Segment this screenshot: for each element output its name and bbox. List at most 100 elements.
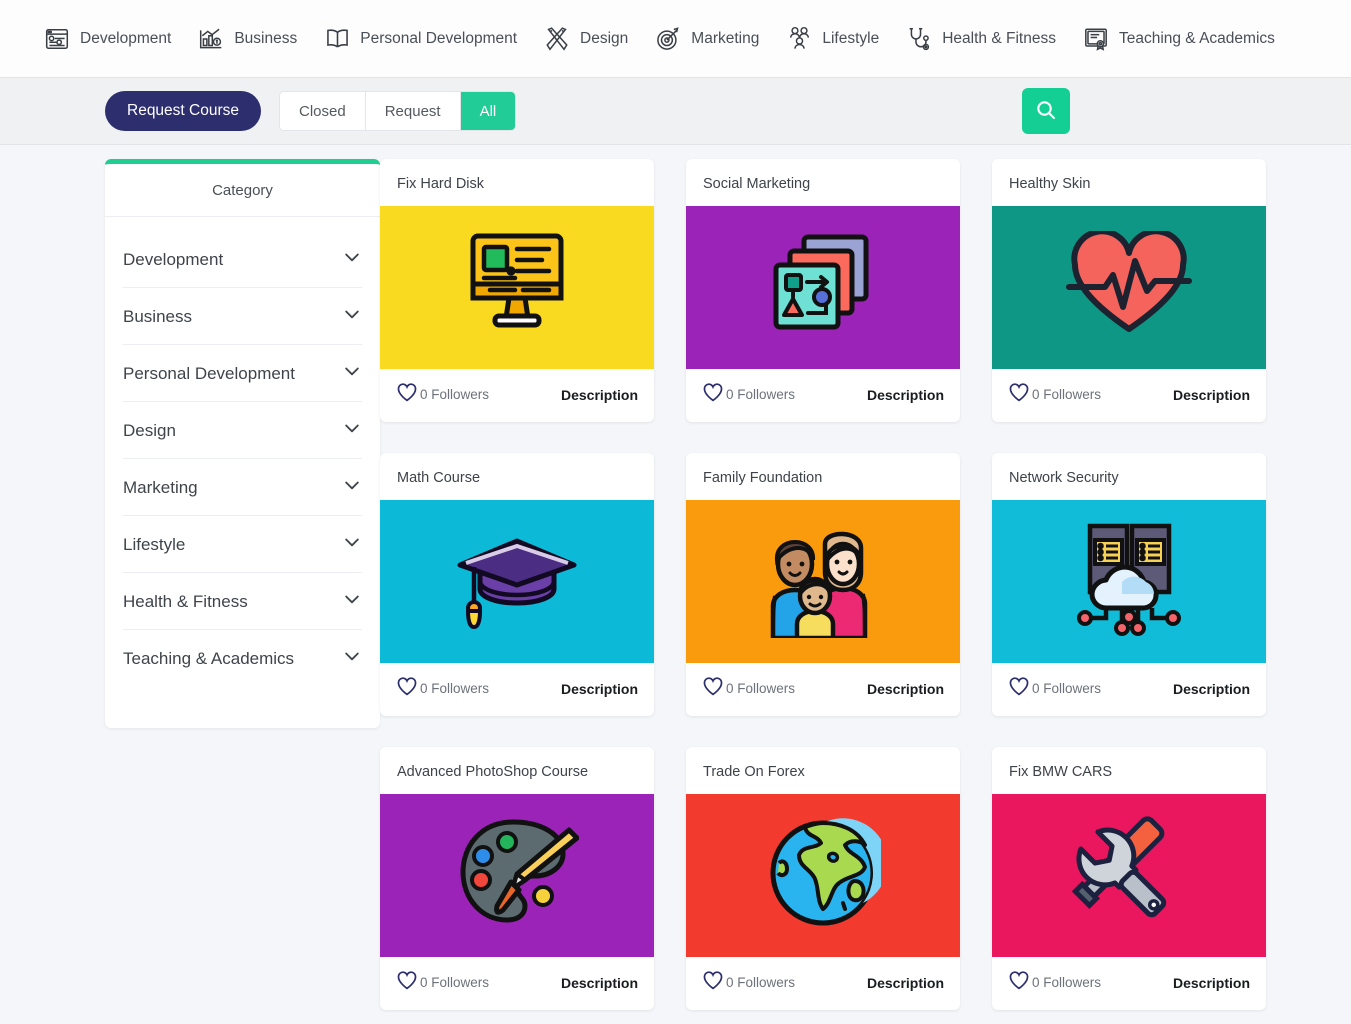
description-link[interactable]: Description (867, 681, 944, 697)
search-button[interactable] (1022, 88, 1070, 134)
course-card-media (686, 206, 960, 369)
nav-item-business[interactable]: Business (184, 0, 310, 77)
course-card-footer: 0 Followers Description (686, 369, 960, 422)
followers-group[interactable]: 0 Followers (396, 970, 489, 995)
heart-icon (702, 970, 724, 995)
filter-all-button[interactable]: All (460, 92, 516, 130)
followers-group[interactable]: 0 Followers (396, 676, 489, 701)
search-icon (1034, 98, 1058, 125)
chevron-down-icon (342, 418, 362, 443)
globe-icon (765, 815, 888, 936)
description-link[interactable]: Description (561, 387, 638, 403)
layered-diagram-icon (764, 229, 882, 346)
followers-group[interactable]: 0 Followers (702, 382, 795, 407)
course-card-media (380, 794, 654, 957)
sidebar-item-teaching-academics[interactable]: Teaching & Academics (123, 630, 362, 686)
followers-group[interactable]: 0 Followers (702, 676, 795, 701)
nav-item-health-fitness[interactable]: Health & Fitness (892, 0, 1069, 77)
cloud-server-icon (1066, 518, 1192, 645)
description-link[interactable]: Description (561, 975, 638, 991)
description-link[interactable]: Description (867, 387, 944, 403)
bar-chart-icon (197, 25, 225, 53)
sidebar-item-label: Development (123, 249, 224, 269)
heart-icon (1008, 382, 1030, 407)
heart-icon (396, 382, 418, 407)
course-card-media (686, 500, 960, 663)
followers-group[interactable]: 0 Followers (1008, 382, 1101, 407)
description-link[interactable]: Description (1173, 387, 1250, 403)
course-card-footer: 0 Followers Description (380, 957, 654, 1010)
monitor-icon (457, 228, 577, 348)
target-dart-icon (654, 25, 682, 53)
course-card-title: Fix Hard Disk (397, 176, 485, 192)
followers-count: 0 Followers (1032, 681, 1102, 696)
description-link[interactable]: Description (1173, 975, 1250, 991)
course-card[interactable]: Fix Hard Disk 0 Followers Description (380, 159, 654, 422)
nav-item-marketing[interactable]: Marketing (641, 0, 772, 77)
nav-item-personal-development[interactable]: Personal Development (310, 0, 530, 77)
course-card[interactable]: Advanced PhotoShop Course 0 Followers De… (380, 747, 654, 1010)
chevron-down-icon (342, 589, 362, 614)
course-card-footer: 0 Followers Description (686, 663, 960, 716)
sidebar-item-label: Lifestyle (123, 534, 186, 554)
heart-icon (1008, 676, 1030, 701)
course-card[interactable]: Social Marketing 0 Followers Description (686, 159, 960, 422)
sidebar-item-marketing[interactable]: Marketing (123, 459, 362, 516)
nav-item-development[interactable]: Development (30, 0, 184, 77)
nav-label: Health & Fitness (942, 29, 1056, 47)
description-link[interactable]: Description (1173, 681, 1250, 697)
followers-count: 0 Followers (726, 681, 796, 696)
description-link[interactable]: Description (867, 975, 944, 991)
family-icon (759, 520, 887, 643)
sidebar-item-design[interactable]: Design (123, 402, 362, 459)
course-card[interactable]: Family Foundation 0 Followers Descriptio… (686, 453, 960, 716)
followers-group[interactable]: 0 Followers (1008, 676, 1101, 701)
followers-count: 0 Followers (420, 387, 490, 402)
course-card[interactable]: Healthy Skin 0 Followers Description (992, 159, 1266, 422)
course-card-media (992, 206, 1266, 369)
filter-closed-button[interactable]: Closed (280, 92, 366, 130)
sidebar-item-development[interactable]: Development (123, 231, 362, 288)
course-card-footer: 0 Followers Description (992, 663, 1266, 716)
sidebar-item-lifestyle[interactable]: Lifestyle (123, 516, 362, 573)
chevron-down-icon (342, 304, 362, 329)
course-card[interactable]: Math Course 0 Followers Description (380, 453, 654, 716)
sidebar-item-label: Personal Development (123, 363, 295, 383)
followers-group[interactable]: 0 Followers (396, 382, 489, 407)
nav-label: Lifestyle (822, 29, 880, 47)
filter-request-button[interactable]: Request (365, 92, 461, 130)
course-card-footer: 0 Followers Description (380, 369, 654, 422)
course-card[interactable]: Network Security 0 Followers Description (992, 453, 1266, 716)
course-card-title: Social Marketing (703, 176, 811, 192)
chevron-down-icon (342, 361, 362, 386)
course-card-title: Healthy Skin (1009, 176, 1091, 192)
sidebar-item-health-fitness[interactable]: Health & Fitness (123, 573, 362, 630)
followers-group[interactable]: 0 Followers (702, 970, 795, 995)
course-card-footer: 0 Followers Description (992, 957, 1266, 1010)
heart-icon (702, 382, 724, 407)
course-card[interactable]: Trade On Forex 0 Followers Description (686, 747, 960, 1010)
followers-count: 0 Followers (420, 681, 490, 696)
followers-count: 0 Followers (726, 387, 796, 402)
description-link[interactable]: Description (561, 681, 638, 697)
sidebar-column: Category Development Business Personal D… (0, 159, 380, 1010)
followers-count: 0 Followers (1032, 387, 1102, 402)
heart-icon (702, 676, 724, 701)
nav-item-teaching-academics[interactable]: Teaching & Academics (1069, 0, 1288, 77)
course-card-title: Fix BMW CARS (1009, 764, 1113, 780)
followers-group[interactable]: 0 Followers (1008, 970, 1101, 995)
nav-item-lifestyle[interactable]: Lifestyle (772, 0, 892, 77)
sidebar-item-personal-development[interactable]: Personal Development (123, 345, 362, 402)
request-course-button[interactable]: Request Course (105, 91, 262, 131)
course-card[interactable]: Fix BMW CARS 0 Followers Description (992, 747, 1266, 1010)
course-card-media (380, 500, 654, 663)
sidebar-item-business[interactable]: Business (123, 288, 362, 345)
chevron-down-icon (342, 646, 362, 671)
open-book-icon (323, 25, 351, 53)
stethoscope-icon (905, 25, 933, 53)
course-card-media (992, 794, 1266, 957)
certificate-icon (1082, 25, 1110, 53)
category-panel: Category Development Business Personal D… (105, 159, 380, 728)
nav-item-design[interactable]: Design (530, 0, 641, 77)
course-card-title: Network Security (1009, 470, 1119, 486)
